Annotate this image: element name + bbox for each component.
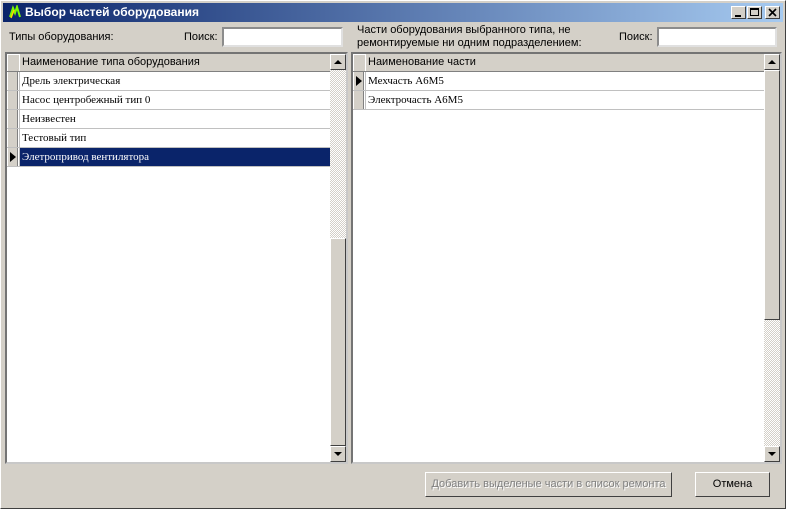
column-header-type-name[interactable]: Наименование типа оборудования [19,54,330,71]
scroll-up-button[interactable] [764,54,780,70]
table-row[interactable]: Неизвестен [7,110,330,129]
minimize-button[interactable] [731,6,746,19]
close-icon [768,8,777,17]
app-icon [8,3,22,19]
scroll-thumb[interactable] [764,70,780,320]
row-indicator [7,110,18,128]
close-button[interactable] [765,6,780,19]
add-parts-to-repair-button[interactable]: Добавить выделеные части в список ремонт… [425,472,672,497]
arrow-up-icon [334,60,342,64]
minimize-icon [735,15,741,17]
row-indicator [353,91,364,109]
cell-type-name[interactable]: Неизвестен [19,110,330,128]
row-indicator [7,91,18,109]
arrow-down-icon [334,452,342,456]
row-indicator [7,129,18,147]
window-title: Выбор частей оборудования [25,5,199,19]
table-row[interactable]: Мехчасть А6М5 [353,72,764,91]
scroll-down-button[interactable] [764,446,780,462]
current-row-arrow-icon [356,76,362,86]
maximize-button[interactable] [747,6,762,19]
left-vertical-scrollbar[interactable] [330,54,346,462]
row-indicator [353,72,364,90]
parts-label-line1: Части оборудования выбранного типа, не [357,24,571,36]
maximize-icon [750,8,759,16]
column-header-part-name[interactable]: Наименование части [365,54,764,71]
table-row[interactable]: Дрель электрическая [7,72,330,91]
right-vertical-scrollbar[interactable] [764,54,780,462]
current-row-arrow-icon [10,152,16,162]
table-row-selected[interactable]: Элетропривод вентилятора [7,148,330,167]
parts-grid[interactable]: Наименование части Мехчасть А6М5 Электро… [351,52,782,464]
cell-type-name[interactable]: Тестовый тип [19,129,330,147]
parts-label-line2: ремонтируемые ни одним подразделением: [357,37,582,49]
cancel-button[interactable]: Отмена [695,472,770,497]
table-row[interactable]: Насос центробежный тип 0 [7,91,330,110]
row-indicator [7,72,18,90]
cell-type-name[interactable]: Дрель электрическая [19,72,330,90]
left-search-input[interactable] [222,27,343,47]
cell-part-name[interactable]: Мехчасть А6М5 [365,72,764,90]
scroll-thumb[interactable] [330,238,346,446]
scroll-down-button[interactable] [330,446,346,462]
cell-type-name[interactable]: Насос центробежный тип 0 [19,91,330,109]
arrow-up-icon [768,60,776,64]
grid-header: Наименование части [353,54,764,72]
scroll-up-button[interactable] [330,54,346,70]
cell-type-name[interactable]: Элетропривод вентилятора [19,148,330,166]
row-indicator [7,148,18,166]
table-row[interactable]: Электрочасть А6М5 [353,91,764,110]
table-row[interactable]: Тестовый тип [7,129,330,148]
right-search-label: Поиск: [619,31,653,43]
cell-part-name[interactable]: Электрочасть А6М5 [365,91,764,109]
grid-header: Наименование типа оборудования [7,54,330,72]
equipment-types-grid[interactable]: Наименование типа оборудования Дрель эле… [5,52,348,464]
title-bar[interactable]: Выбор частей оборудования [3,3,783,22]
dialog-window: Выбор частей оборудования Типы оборудова… [0,0,786,509]
arrow-down-icon [768,452,776,456]
equipment-types-label: Типы оборудования: [9,31,114,43]
right-search-input[interactable] [657,27,777,47]
left-search-label: Поиск: [184,31,218,43]
